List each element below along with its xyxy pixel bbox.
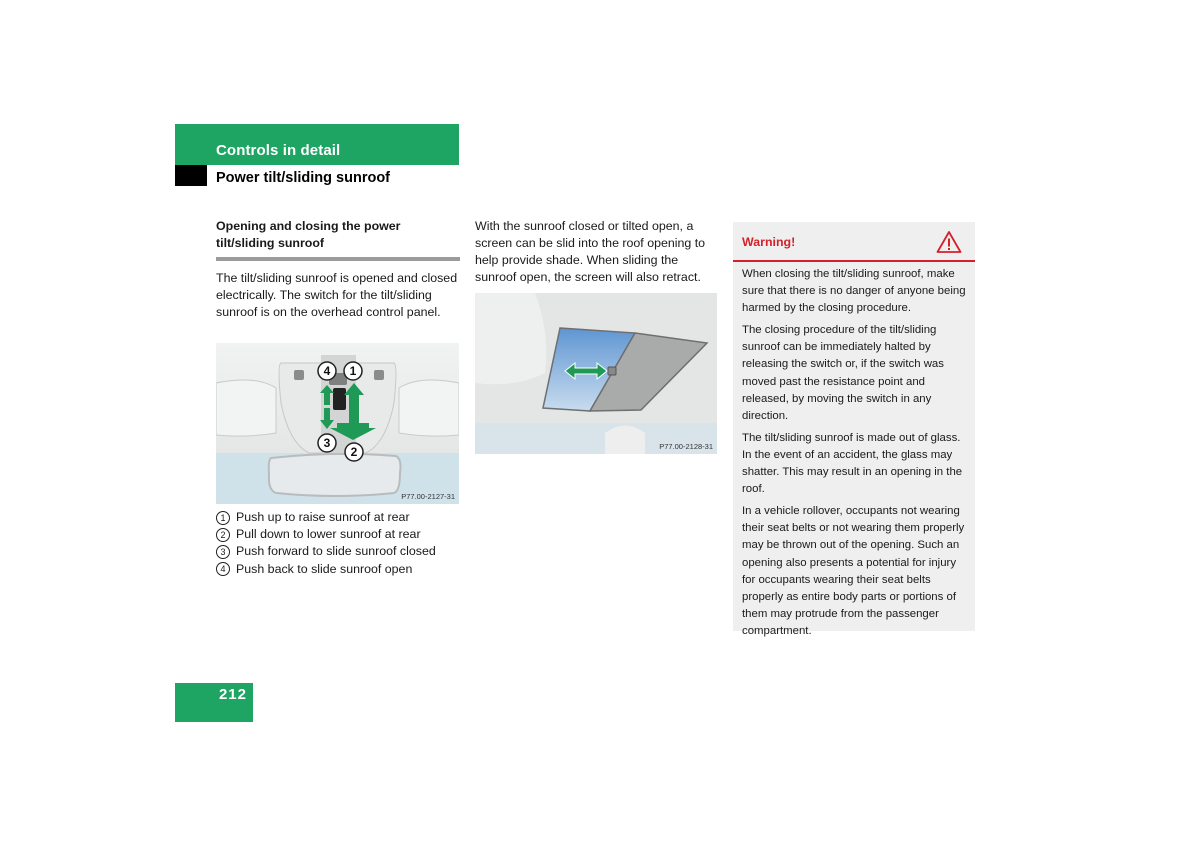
sunroof-figure: P77.00-2128-31 [475,293,717,454]
intro-paragraph: The tilt/sliding sunroof is opened and c… [216,271,458,320]
warning-triangle-icon [936,231,962,253]
rearview-mirror [267,452,402,497]
left-column: Opening and closing the power tilt/slidi… [216,218,460,321]
subsection-title: Power tilt/sliding sunroof [216,170,390,186]
warning-title: Warning! [742,235,796,249]
middle-column: With the sunroof closed or tilted open, … [475,218,718,286]
seat-headrest [605,425,645,454]
legend-number: 3 [216,545,230,559]
callout-2-label: 2 [351,445,358,459]
figure-code: P77.00-2127-31 [401,492,455,501]
warning-paragraph: In a vehicle rollover, occupants not wea… [742,505,965,637]
switch-legend: 1 Push up to raise sunroof at rear 2 Pul… [216,509,466,578]
legend-text: Push forward to slide sunroof closed [236,544,436,559]
legend-item: 1 Push up to raise sunroof at rear [216,509,466,526]
callout-2: 2 [344,442,364,462]
section-title: Controls in detail [216,142,341,159]
legend-text: Push back to slide sunroof open [236,561,413,576]
figure-code: P77.00-2128-31 [659,442,713,451]
legend-item: 4 Push back to slide sunroof open [216,561,466,578]
legend-text: Pull down to lower sunroof at rear [236,527,421,542]
legend-number: 2 [216,527,230,542]
screen-handle [607,366,617,376]
warning-body: When closing the tilt/sliding sunroof, m… [742,266,970,645]
left-light-button [294,370,304,380]
warning-box: Warning! When closing the tilt/sliding s… [733,222,975,637]
sunroof-switch [333,388,346,410]
left-pillar [475,293,547,385]
left-sun-visor [216,379,277,437]
screen-paragraph: With the sunroof closed or tilted open, … [475,219,706,285]
legend-number: 4 [216,562,230,577]
overhead-switch-figure: 4 1 3 2 P77.00-2127-31 [216,343,459,504]
warning-paragraph: The tilt/sliding sunroof is made out of … [742,431,963,496]
callout-1-label: 1 [350,364,357,378]
sunroof-illustration [475,293,717,454]
warning-paragraph: When closing the tilt/sliding sunroof, m… [742,268,966,315]
right-light-button [374,370,384,380]
legend-text: Push up to raise sunroof at rear [236,510,410,524]
overhead-switch-illustration: 4 1 3 2 [216,343,459,504]
legend-item: 2 Pull down to lower sunroof at rear [216,526,466,543]
warning-paragraph: The closing procedure of the tilt/slidin… [742,324,944,422]
callout-4: 4 [317,361,337,381]
callout-3-label: 3 [324,436,331,450]
warning-divider [733,260,975,262]
page-number: 212 [218,686,247,703]
legend-number: 1 [216,510,230,525]
callout-4-label: 4 [324,364,331,378]
page-number-tab: 212 [175,683,253,722]
right-sun-visor [398,379,459,437]
callout-3: 3 [317,433,337,453]
legend-item: 3 Push forward to slide sunroof closed [216,543,466,560]
subsection-marker [175,165,207,186]
callout-1: 1 [343,361,363,381]
section-heading: Opening and closing the power tilt/slidi… [216,218,460,261]
